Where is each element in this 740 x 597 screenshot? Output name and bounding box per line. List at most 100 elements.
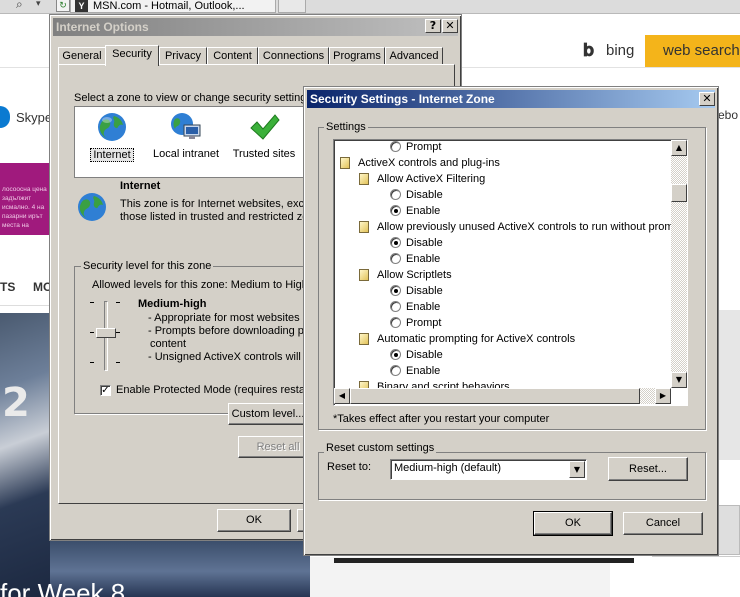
setting-row: Allow ActiveX Filtering: [334, 171, 671, 187]
search-icon[interactable]: ⌕: [16, 0, 30, 11]
chevron-down-icon[interactable]: ▼: [569, 461, 585, 478]
radio-button[interactable]: [390, 285, 401, 296]
zone-trusted-sites[interactable]: Trusted sites: [227, 111, 301, 160]
radio-button[interactable]: [390, 301, 401, 312]
zone-label: Local intranet: [152, 148, 220, 160]
zone-internet[interactable]: Internet: [75, 111, 149, 162]
right-column-card[interactable]: [718, 505, 740, 555]
right-column-text[interactable]: ebo: [718, 108, 738, 122]
nav-item-ts[interactable]: TS: [0, 280, 15, 294]
security-settings-dialog: Security Settings - Internet Zone ✕ Sett…: [303, 86, 719, 556]
globe-icon: [78, 193, 106, 221]
scroll-left-icon[interactable]: ◀: [334, 388, 350, 404]
skype-link[interactable]: Skype: [16, 110, 52, 125]
help-button[interactable]: ?: [425, 19, 441, 33]
setting-option-label[interactable]: Enable: [406, 299, 440, 315]
settings-tree-rows: Prompt ActiveX controls and plug-ins Allow…: [334, 140, 671, 388]
ad-banner[interactable]: лосоосна ценa задължит исмално. 4 на паз…: [0, 163, 50, 235]
setting-option-label[interactable]: Prompt: [406, 315, 441, 331]
browser-tab-msn[interactable]: Y MSN.com - Hotmail, Outlook,...: [70, 0, 276, 13]
radio-button[interactable]: [390, 189, 401, 200]
setting-option-row[interactable]: Prompt: [334, 140, 671, 155]
settings-tree[interactable]: Prompt ActiveX controls and plug-ins Allow…: [333, 139, 688, 406]
ok-button[interactable]: OK: [533, 511, 613, 536]
bottom-card-bar: [334, 558, 634, 563]
settings-item-icon: [359, 269, 369, 281]
security-level-slider-thumb[interactable]: [96, 328, 116, 338]
news-headline[interactable]: for Week 8: [0, 578, 125, 597]
tab-content[interactable]: Content: [207, 47, 258, 65]
level-desc-line: content: [150, 338, 187, 350]
vertical-scrollbar[interactable]: ▲ ▼: [671, 140, 687, 388]
horizontal-scrollbar[interactable]: ◀ ▶: [334, 388, 671, 404]
level-description: - Appropriate for most websites - Prompt…: [148, 312, 311, 364]
ok-button[interactable]: OK: [217, 509, 291, 532]
close-button[interactable]: ✕: [699, 92, 715, 106]
scrollbar-thumb[interactable]: [350, 388, 640, 404]
reset-button[interactable]: Reset...: [608, 457, 688, 481]
close-button[interactable]: ✕: [442, 19, 458, 33]
cancel-button[interactable]: Cancel: [623, 512, 703, 535]
new-tab-button[interactable]: [278, 0, 306, 13]
radio-button[interactable]: [390, 205, 401, 216]
slider-tick: [90, 302, 94, 303]
scroll-up-icon[interactable]: ▲: [671, 140, 687, 156]
skype-icon[interactable]: [0, 106, 10, 128]
setting-option-row[interactable]: Enable: [334, 203, 671, 219]
tab-connections[interactable]: Connections: [258, 47, 329, 65]
tab-programs[interactable]: Programs: [329, 47, 385, 65]
bottom-card[interactable]: [652, 556, 740, 597]
tab-security[interactable]: Security: [105, 45, 159, 66]
news-photo[interactable]: [0, 313, 50, 597]
security-level-label: Security level for this zone: [81, 260, 214, 272]
protected-mode-label[interactable]: Enable Protected Mode (requires restar: [116, 384, 309, 396]
reset-to-select[interactable]: Medium-high (default) ▼: [390, 459, 587, 480]
setting-option-label[interactable]: Disable: [406, 347, 443, 363]
slider-tick: [90, 332, 94, 333]
settings-item-icon: [340, 157, 350, 169]
tab-general[interactable]: General: [58, 47, 106, 65]
setting-option-row[interactable]: Enable: [334, 251, 671, 267]
radio-button[interactable]: [390, 317, 401, 328]
setting-option-row[interactable]: Disable: [334, 283, 671, 299]
zone-list[interactable]: Internet Local intranet Trusted sites: [74, 106, 314, 178]
scrollbar-thumb[interactable]: [671, 184, 687, 202]
radio-button[interactable]: [390, 237, 401, 248]
setting-option-row[interactable]: Disable: [334, 347, 671, 363]
setting-option-row[interactable]: Prompt: [334, 315, 671, 331]
settings-label: Settings: [324, 121, 368, 133]
chevron-down-icon[interactable]: ▾: [36, 0, 41, 9]
right-column-card[interactable]: [718, 310, 740, 460]
setting-option-label[interactable]: Prompt: [406, 140, 441, 155]
refresh-icon[interactable]: ↻: [56, 0, 70, 12]
setting-option-row[interactable]: Enable: [334, 299, 671, 315]
level-desc-line: - Prompts before downloading po: [148, 325, 311, 337]
setting-option-label[interactable]: Disable: [406, 187, 443, 203]
scroll-down-icon[interactable]: ▼: [671, 372, 687, 388]
tab-privacy[interactable]: Privacy: [159, 47, 207, 65]
radio-button[interactable]: [390, 349, 401, 360]
radio-button[interactable]: [390, 365, 401, 376]
setting-option-label[interactable]: Disable: [406, 235, 443, 251]
setting-option-label[interactable]: Disable: [406, 283, 443, 299]
web-search-button[interactable]: web search: [645, 35, 740, 67]
setting-option-row[interactable]: Disable: [334, 235, 671, 251]
divider: [0, 305, 50, 306]
scroll-right-icon[interactable]: ▶: [655, 388, 671, 404]
bottom-card[interactable]: [310, 557, 610, 597]
protected-mode-checkbox[interactable]: ✓: [100, 385, 111, 396]
custom-level-button[interactable]: Custom level...: [228, 403, 308, 425]
zone-local-intranet[interactable]: Local intranet: [149, 111, 223, 160]
setting-option-label[interactable]: Enable: [406, 203, 440, 219]
setting-option-row[interactable]: Enable: [334, 363, 671, 379]
tab-advanced[interactable]: Advanced: [385, 47, 443, 65]
level-desc-line: - Unsigned ActiveX controls will n: [148, 351, 311, 363]
setting-option-label[interactable]: Enable: [406, 363, 440, 379]
setting-option-row[interactable]: Disable: [334, 187, 671, 203]
setting-row: Automatic prompting for ActiveX controls: [334, 331, 671, 347]
setting-option-label[interactable]: Enable: [406, 251, 440, 267]
radio-button[interactable]: [390, 141, 401, 152]
browser-tab-title: MSN.com - Hotmail, Outlook,...: [93, 0, 245, 12]
radio-button[interactable]: [390, 253, 401, 264]
settings-item-icon: [359, 381, 369, 388]
